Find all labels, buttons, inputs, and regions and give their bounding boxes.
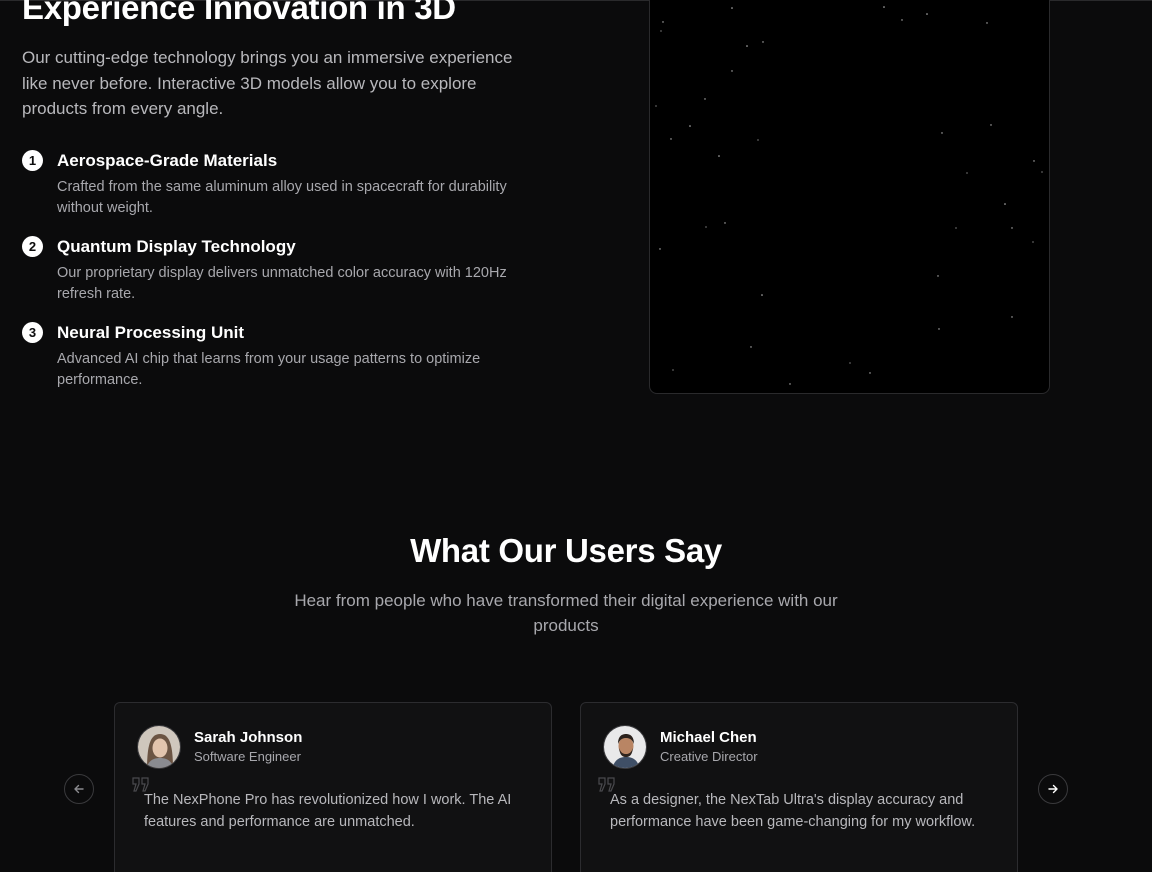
- feature-list: 1 Aerospace-Grade Materials Crafted from…: [22, 149, 552, 407]
- carousel-prev-button[interactable]: [64, 774, 94, 804]
- hero-title: Experience Innovation in 3D: [22, 0, 456, 26]
- testimonial-card: Michael Chen Creative Director As a desi…: [580, 702, 1018, 872]
- testimonial-card: Sarah Johnson Software Engineer The NexP…: [114, 702, 552, 872]
- testimonial-role: Software Engineer: [194, 749, 301, 764]
- avatar: [137, 725, 181, 769]
- starfield: [655, 6, 1043, 385]
- testimonial-name: Sarah Johnson: [194, 729, 303, 746]
- avatar: [603, 725, 647, 769]
- feature-title: Quantum Display Technology: [57, 237, 296, 256]
- testimonials-subtitle: Hear from people who have transformed th…: [294, 591, 838, 635]
- testimonial-quote: As a designer, the NexTab Ultra's displa…: [610, 792, 976, 830]
- feature-title: Neural Processing Unit: [57, 323, 245, 342]
- testimonial-quote: The NexPhone Pro has revolutionized how …: [144, 792, 512, 830]
- arrow-right-icon: [1048, 784, 1058, 794]
- feature-description: Advanced AI chip that learns from your u…: [57, 351, 481, 388]
- feature-item: 2 Quantum Display Technology Our proprie…: [22, 235, 552, 321]
- avatar-image: [604, 726, 646, 768]
- feature-item: 3 Neural Processing Unit Advanced AI chi…: [22, 321, 552, 407]
- feature-number-badge: 1: [22, 150, 43, 171]
- avatar-image: [138, 726, 180, 768]
- carousel-next-button[interactable]: [1038, 774, 1068, 804]
- feature-title: Aerospace-Grade Materials: [57, 151, 278, 170]
- 3d-model-viewer[interactable]: [649, 0, 1050, 394]
- feature-description: Our proprietary display delivers unmatch…: [57, 265, 507, 302]
- feature-number-badge: 3: [22, 322, 43, 343]
- feature-number-badge: 2: [22, 236, 43, 257]
- testimonial-name: Michael Chen: [660, 729, 757, 746]
- testimonial-role: Creative Director: [660, 749, 758, 764]
- page: Experience Innovation in 3D Our cutting-…: [0, 0, 1152, 872]
- feature-description: Crafted from the same aluminum alloy use…: [57, 179, 507, 216]
- arrow-left-icon: [74, 784, 84, 794]
- hero-description: Our cutting-edge technology brings you a…: [22, 48, 513, 118]
- testimonials-title: What Our Users Say: [410, 532, 722, 569]
- feature-item: 1 Aerospace-Grade Materials Crafted from…: [22, 149, 552, 235]
